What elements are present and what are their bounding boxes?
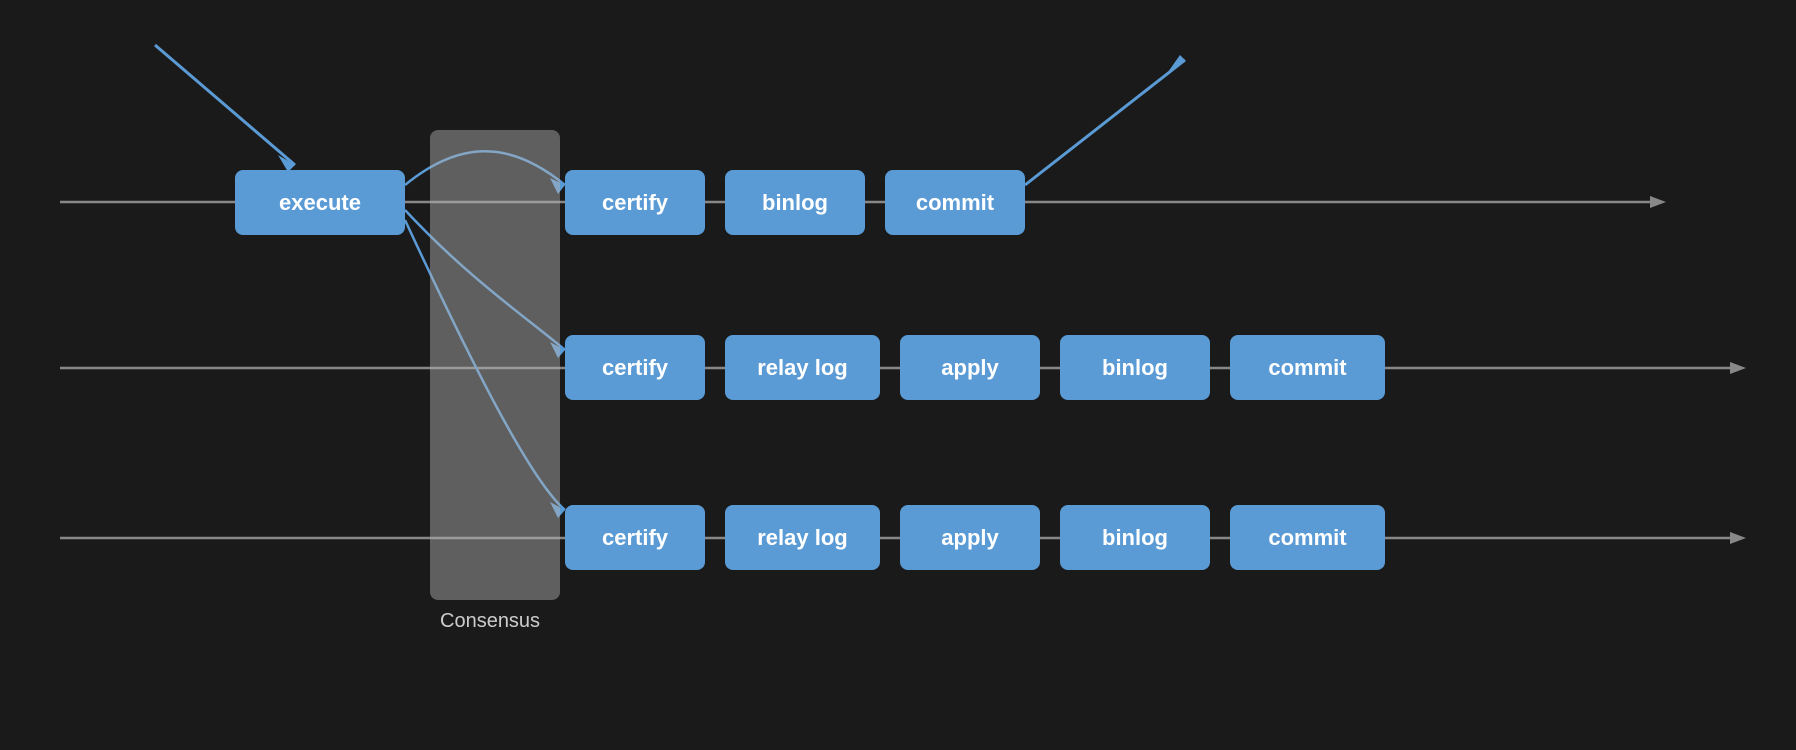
certify3-box: certify: [565, 505, 705, 570]
binlog3-box: binlog: [1060, 505, 1210, 570]
relaylog3-box: relay log: [725, 505, 880, 570]
consensus-label: Consensus: [440, 610, 540, 633]
certify2-box: certify: [565, 335, 705, 400]
certify1-box: certify: [565, 170, 705, 235]
consensus-box: [430, 130, 560, 600]
apply3-box: apply: [900, 505, 1040, 570]
execute-box: execute: [235, 170, 405, 235]
commit3-box: commit: [1230, 505, 1385, 570]
apply2-box: apply: [900, 335, 1040, 400]
binlog2-box: binlog: [1060, 335, 1210, 400]
commit1-box: commit: [885, 170, 1025, 235]
diagram-svg: [0, 0, 1796, 750]
binlog1-box: binlog: [725, 170, 865, 235]
diagram-container: Consensus execute certify binlog commit …: [0, 0, 1796, 750]
relaylog2-box: relay log: [725, 335, 880, 400]
commit2-box: commit: [1230, 335, 1385, 400]
